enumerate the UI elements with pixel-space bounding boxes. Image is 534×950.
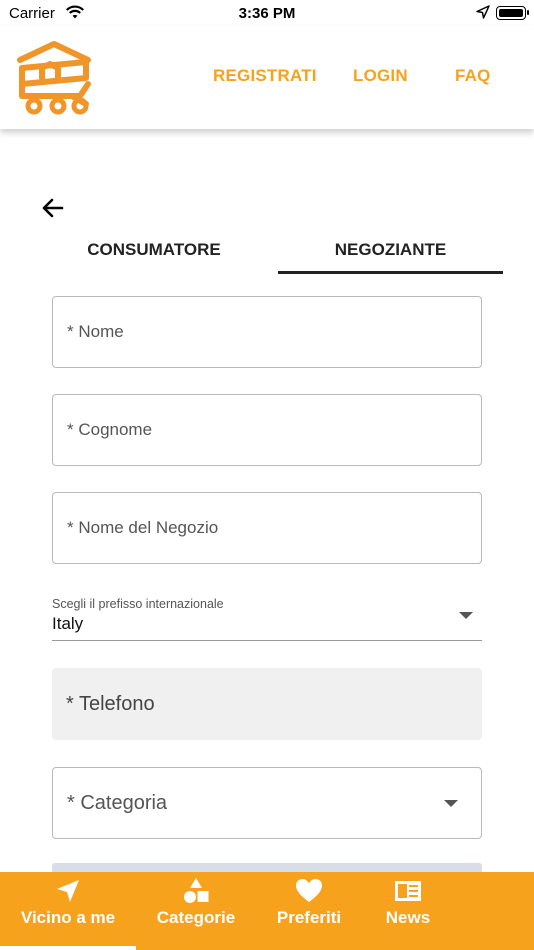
country-prefix-value: Italy xyxy=(52,614,84,633)
nav-faq-link[interactable]: FAQ xyxy=(455,66,491,86)
navigation-arrow-icon xyxy=(57,880,79,902)
first-name-input[interactable] xyxy=(67,297,447,367)
location-arrow-icon xyxy=(476,5,490,19)
shop-name-field xyxy=(52,492,482,564)
shop-name-input[interactable] xyxy=(67,493,447,563)
tab-merchant-label: NEGOZIANTE xyxy=(334,240,447,259)
back-arrow-icon[interactable] xyxy=(38,193,68,223)
chevron-down-icon xyxy=(444,800,458,807)
bottom-tab-news[interactable]: News xyxy=(362,872,454,950)
bottom-tab-nearby-label: Vicino a me xyxy=(20,908,116,927)
nav-register-link[interactable]: REGISTRATI xyxy=(213,66,317,86)
active-tab-indicator xyxy=(0,946,136,950)
bottom-tab-news-label: News xyxy=(385,908,431,927)
last-name-input[interactable] xyxy=(67,395,447,465)
country-prefix-label: Scegli il prefisso internazionale xyxy=(52,597,224,611)
last-name-field xyxy=(52,394,482,466)
bottom-tab-favorites-label: Preferiti xyxy=(276,908,342,927)
bottom-tab-favorites[interactable]: Preferiti xyxy=(256,872,362,950)
bottom-tab-bar: Vicino a me Categorie Preferiti News xyxy=(0,872,534,950)
category-select[interactable] xyxy=(52,767,482,839)
newspaper-icon xyxy=(395,881,421,901)
app-header: REGISTRATI LOGIN FAQ xyxy=(0,26,534,129)
cart-logo-icon[interactable] xyxy=(14,38,96,118)
shapes-icon xyxy=(184,878,209,903)
phone-field xyxy=(52,668,482,740)
heart-icon xyxy=(296,879,322,902)
nav-login-link[interactable]: LOGIN xyxy=(353,66,408,86)
bottom-tab-categories-label: Categorie xyxy=(156,908,236,927)
clock: 3:36 PM xyxy=(238,5,296,22)
tab-merchant[interactable]: NEGOZIANTE xyxy=(278,240,503,274)
bottom-tab-categories[interactable]: Categorie xyxy=(136,872,256,950)
first-name-field xyxy=(52,296,482,368)
phone-input[interactable] xyxy=(66,668,446,740)
bottom-tab-nearby[interactable]: Vicino a me xyxy=(0,872,136,950)
chevron-down-icon xyxy=(459,612,473,619)
category-input[interactable] xyxy=(67,768,447,838)
battery-icon xyxy=(496,6,529,20)
tab-consumer-label: CONSUMATORE xyxy=(87,240,221,259)
tab-consumer[interactable]: CONSUMATORE xyxy=(40,240,268,274)
status-bar: Carrier 3:36 PM xyxy=(0,0,534,26)
country-prefix-select[interactable]: Scegli il prefisso internazionale Italy xyxy=(52,594,482,641)
